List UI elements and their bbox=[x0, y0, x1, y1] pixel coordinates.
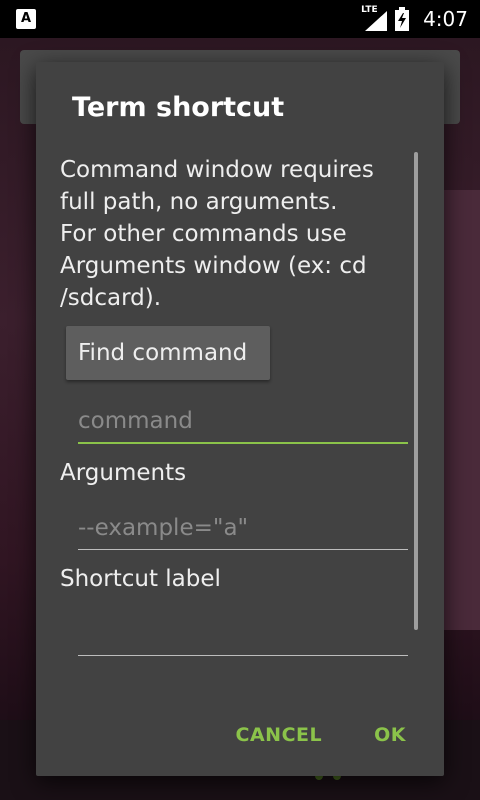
status-bar: A LTE 4:07 bbox=[0, 0, 480, 38]
signal-icon: LTE bbox=[361, 5, 388, 31]
shortcut-label-input[interactable] bbox=[78, 612, 408, 656]
arguments-label: Arguments bbox=[60, 460, 187, 486]
cancel-button[interactable]: CANCEL bbox=[236, 724, 323, 746]
shortcut-label-label: Shortcut label bbox=[60, 566, 221, 592]
ok-button[interactable]: OK bbox=[374, 724, 406, 746]
dialog-message: Command window requires full path, no ar… bbox=[60, 157, 374, 311]
app-notification-icon: A bbox=[16, 9, 36, 29]
find-command-button[interactable]: Find command bbox=[66, 326, 270, 380]
arguments-input[interactable] bbox=[78, 506, 408, 550]
dialog-title: Term shortcut bbox=[72, 92, 285, 123]
command-input[interactable] bbox=[78, 400, 408, 444]
clock: 4:07 bbox=[423, 7, 468, 31]
dialog-content: Command window requires full path, no ar… bbox=[60, 154, 416, 718]
battery-charging-icon bbox=[395, 7, 410, 31]
background-card bbox=[444, 190, 480, 630]
dialog-actions: CANCEL OK bbox=[236, 724, 406, 746]
term-shortcut-dialog: Term shortcut Command window requires fu… bbox=[36, 62, 444, 776]
